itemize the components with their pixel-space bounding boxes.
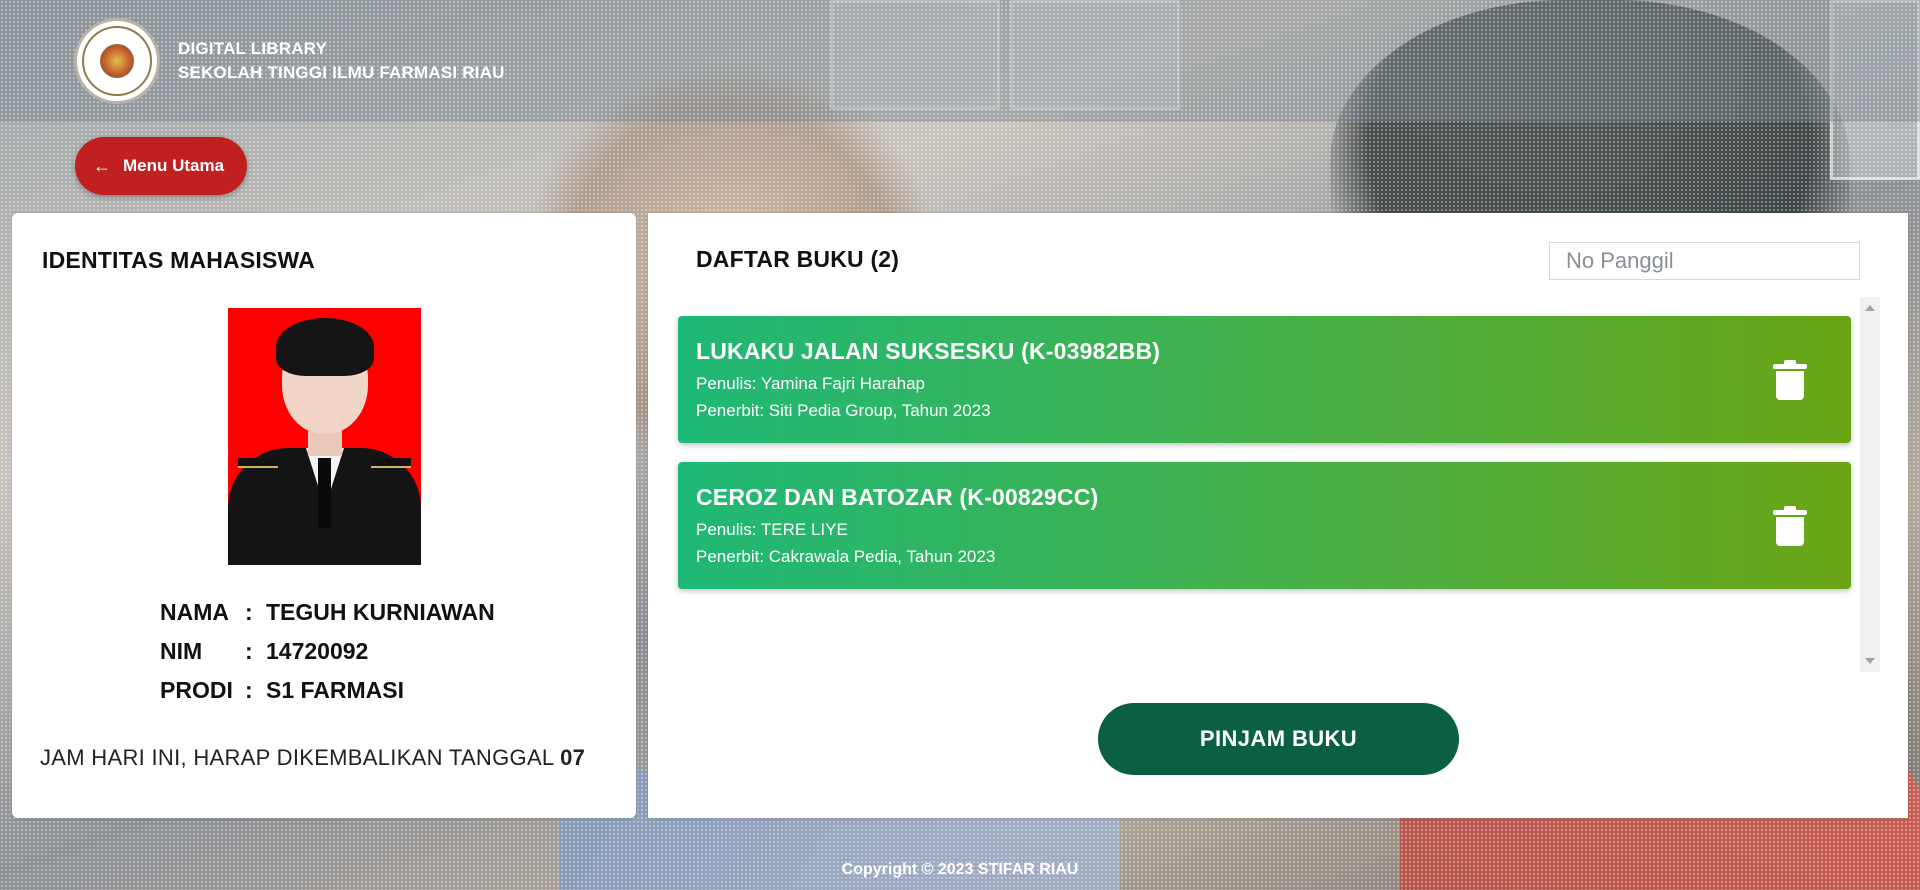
book-card: CEROZ DAN BATOZAR (K-00829CC) Penulis: T… — [678, 462, 1851, 589]
brand[interactable]: DIGITAL LIBRARY SEKOLAH TINGGI ILMU FARM… — [74, 18, 505, 104]
student-photo — [228, 308, 421, 565]
borrow-book-button[interactable]: PINJAM BUKU — [1098, 703, 1459, 775]
book-list-panel: DAFTAR BUKU (2) LUKAKU JALAN SUKSESKU (K… — [648, 213, 1908, 818]
institution-logo — [74, 18, 160, 104]
field-separator: : — [245, 677, 253, 703]
return-date-notice: JAM HARI INI, HARAP DIKEMBALIKAN TANGGAL… — [40, 745, 610, 771]
notice-date: 07 — [560, 745, 586, 770]
field-separator: : — [245, 638, 253, 664]
student-identity-panel: IDENTITAS MAHASISWA NAMA : TEGUH KURNIAW… — [12, 213, 636, 818]
student-field-row: NAMA : TEGUH KURNIAWAN — [160, 593, 495, 632]
field-key: NIM — [160, 638, 203, 664]
field-key: PRODI — [160, 677, 233, 703]
trash-icon[interactable] — [1773, 360, 1807, 400]
brand-line-2: SEKOLAH TINGGI ILMU FARMASI RIAU — [178, 63, 505, 82]
brand-text: DIGITAL LIBRARY SEKOLAH TINGGI ILMU FARM… — [178, 37, 505, 85]
student-name: TEGUH KURNIAWAN — [266, 599, 495, 625]
scroll-down-arrow-icon[interactable] — [1865, 658, 1875, 664]
book-title: CEROZ DAN BATOZAR (K-00829CC) — [696, 484, 1099, 510]
brand-line-1: DIGITAL LIBRARY — [178, 39, 328, 58]
book-list: LUKAKU JALAN SUKSESKU (K-03982BB) Penuli… — [678, 297, 1859, 672]
book-publisher: Penerbit: Siti Pedia Group, Tahun 2023 — [696, 401, 991, 420]
call-number-input[interactable] — [1549, 242, 1860, 280]
book-author: Penulis: TERE LIYE — [696, 520, 848, 539]
copyright-footer: Copyright © 2023 STIFAR RIAU — [841, 861, 1079, 878]
notice-text: JAM HARI INI, HARAP DIKEMBALIKAN TANGGAL — [40, 745, 561, 770]
student-prodi: S1 FARMASI — [266, 677, 405, 703]
student-field-row: NIM : 14720092 — [160, 632, 495, 671]
arrow-left-icon: ← — [93, 155, 111, 176]
back-button-label: Menu Utama — [123, 156, 225, 175]
field-key: NAMA — [160, 599, 229, 625]
trash-icon[interactable] — [1773, 506, 1807, 546]
book-author: Penulis: Yamina Fajri Harahap — [696, 374, 925, 393]
book-publisher: Penerbit: Cakrawala Pedia, Tahun 2023 — [696, 547, 996, 566]
book-card: LUKAKU JALAN SUKSESKU (K-03982BB) Penuli… — [678, 316, 1851, 443]
student-info: NAMA : TEGUH KURNIAWAN NIM : 14720092 PR… — [160, 593, 495, 710]
student-nim: 14720092 — [266, 638, 369, 664]
back-to-menu-button[interactable]: ← Menu Utama — [75, 137, 247, 195]
field-separator: : — [245, 599, 253, 625]
book-list-title: DAFTAR BUKU (2) — [696, 246, 900, 272]
student-field-row: PRODI : S1 FARMASI — [160, 671, 495, 710]
student-panel-title: IDENTITAS MAHASISWA — [42, 247, 315, 273]
scroll-up-arrow-icon[interactable] — [1865, 305, 1875, 311]
book-list-scrollbar[interactable] — [1860, 297, 1880, 672]
book-title: LUKAKU JALAN SUKSESKU (K-03982BB) — [696, 338, 1161, 364]
